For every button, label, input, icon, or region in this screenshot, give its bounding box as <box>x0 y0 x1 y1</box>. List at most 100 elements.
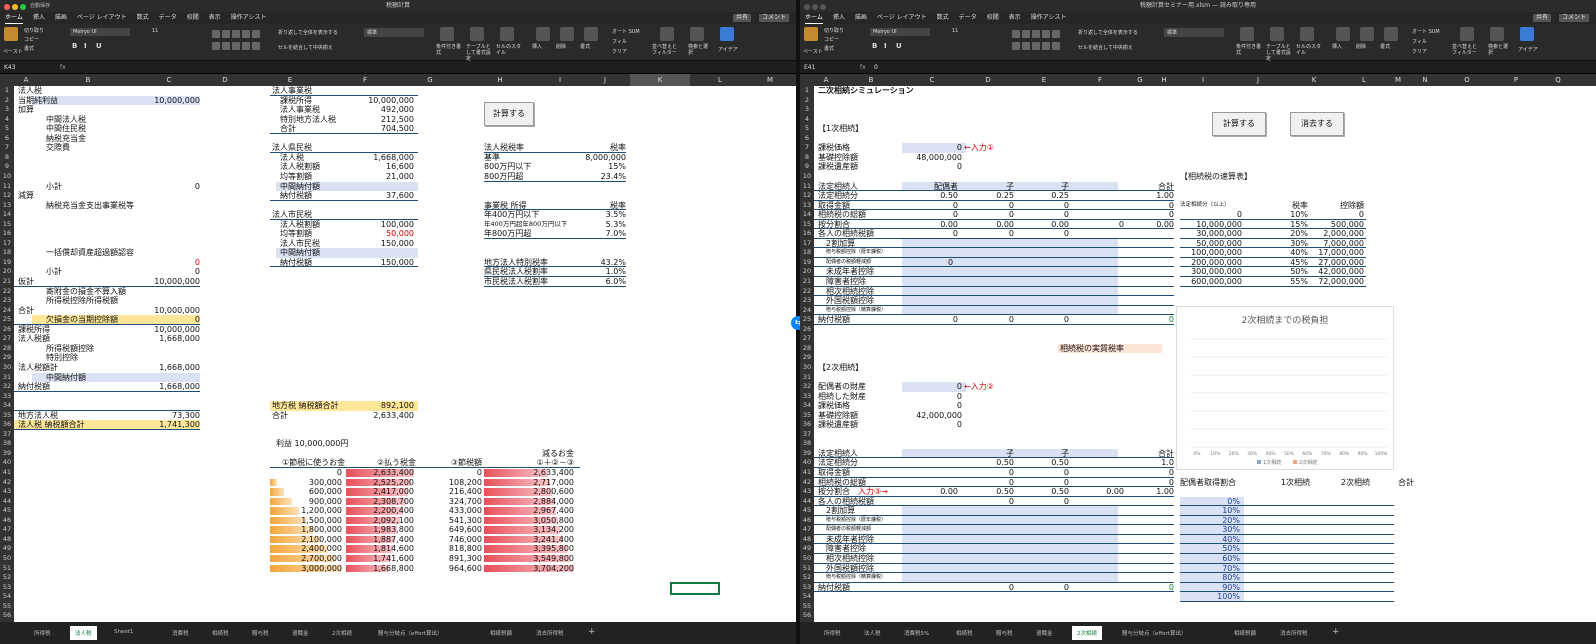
share-button[interactable]: 共有 <box>732 14 751 22</box>
find-select-icon[interactable] <box>1490 27 1504 41</box>
row-header[interactable]: 29 <box>0 353 14 363</box>
row-header[interactable]: 27 <box>0 334 14 344</box>
share-button[interactable]: 共有 <box>1532 14 1551 22</box>
ribbon-cond-button[interactable]: 条件付き書式 <box>436 44 464 56</box>
comment-button[interactable]: コメント <box>758 14 789 22</box>
ribbon-ins-icon[interactable] <box>1336 27 1350 41</box>
row-header[interactable]: 28 <box>800 344 814 354</box>
clear-button[interactable]: 消去する <box>1290 112 1344 136</box>
row-header[interactable]: 43 <box>0 487 14 497</box>
row-header[interactable]: 41 <box>0 468 14 478</box>
ribbon-fmt-button[interactable]: 書式 <box>1380 44 1408 50</box>
row-header[interactable]: 49 <box>800 544 814 554</box>
ribbon-fmt-button[interactable]: 書式 <box>580 44 608 50</box>
calculate-button[interactable]: 計算する <box>1212 112 1266 136</box>
row-header[interactable]: 9 <box>0 162 14 172</box>
ideas-button[interactable]: アイデア <box>718 46 738 53</box>
format-i-icon[interactable]: I <box>884 42 887 50</box>
row-header[interactable]: 36 <box>0 420 14 430</box>
sheet-tab-6[interactable]: 2次相続 <box>1072 626 1102 640</box>
comment-button[interactable]: コメント <box>1558 14 1589 22</box>
row-header[interactable]: 1 <box>800 86 814 96</box>
sheet-tab-10[interactable]: 消去所得税 <box>532 627 568 639</box>
row-header[interactable]: 34 <box>800 401 814 411</box>
number-format-select[interactable]: 標準 <box>1164 28 1224 37</box>
row-header[interactable]: 38 <box>0 439 14 449</box>
sheet-tab-5[interactable]: 退職金 <box>1032 627 1057 639</box>
row-header[interactable]: 54 <box>800 592 814 602</box>
sheet-tab-9[interactable]: 相続税額 <box>486 627 516 639</box>
row-header[interactable]: 8 <box>0 153 14 163</box>
row-header[interactable]: 16 <box>800 229 814 239</box>
row-header[interactable]: 48 <box>800 535 814 545</box>
paste-label[interactable]: ペースト <box>3 48 23 55</box>
find-select-icon[interactable] <box>690 27 704 41</box>
row-header[interactable]: 28 <box>0 344 14 354</box>
row-header[interactable]: 19 <box>800 258 814 268</box>
font-size-select[interactable]: 11 <box>152 28 158 34</box>
column-header[interactable]: D <box>200 74 250 86</box>
add-sheet-icon[interactable]: + <box>1328 625 1344 639</box>
row-header[interactable]: 32 <box>0 382 14 392</box>
number-format-select[interactable]: 標準 <box>364 28 424 37</box>
column-header[interactable]: L <box>1342 74 1386 86</box>
align-icon[interactable] <box>222 30 230 38</box>
row-header[interactable]: 17 <box>800 239 814 249</box>
align-icon[interactable] <box>1052 30 1060 38</box>
row-header[interactable]: 24 <box>0 306 14 316</box>
find-select-button[interactable]: 検索と選択 <box>1488 44 1510 56</box>
row-header[interactable]: 44 <box>800 497 814 507</box>
row-header[interactable]: 56 <box>800 611 814 621</box>
row-header[interactable]: 13 <box>800 201 814 211</box>
column-header[interactable]: N <box>1410 74 1440 86</box>
row-header[interactable]: 50 <box>800 554 814 564</box>
row-header[interactable]: 29 <box>800 353 814 363</box>
ribbon-tab[interactable]: 校閲 <box>187 12 199 24</box>
row-header[interactable]: 21 <box>0 277 14 287</box>
sort-filter-button[interactable]: 並べ替えとフィルター <box>1452 44 1482 56</box>
ribbon-fmt-icon[interactable] <box>584 27 598 41</box>
column-header[interactable]: G <box>400 74 460 86</box>
row-header[interactable]: 23 <box>0 296 14 306</box>
column-header[interactable]: E <box>250 74 330 86</box>
clear-button[interactable]: クリア <box>1412 48 1427 55</box>
sheet-tab-9[interactable]: 消去所得税 <box>1276 627 1312 639</box>
row-header[interactable]: 15 <box>0 220 14 230</box>
column-header[interactable]: J <box>1230 74 1286 86</box>
row-header[interactable]: 11 <box>0 182 14 192</box>
format-painter-button[interactable]: 書式 <box>824 45 834 52</box>
row-header[interactable]: 35 <box>800 411 814 421</box>
row-header[interactable]: 19 <box>0 258 14 268</box>
paste-icon[interactable] <box>4 27 18 41</box>
row-header[interactable]: 33 <box>0 392 14 402</box>
row-header[interactable]: 35 <box>0 411 14 421</box>
sheet-tab-3[interactable]: 相続税 <box>952 627 977 639</box>
add-sheet-icon[interactable]: + <box>584 625 600 639</box>
autosum-button[interactable]: オート SUM <box>1412 28 1440 35</box>
sheet-tab-8[interactable]: 贈与分岐点（effort算出） <box>374 627 446 639</box>
ribbon-del-icon[interactable] <box>1360 27 1374 41</box>
format-i-icon[interactable]: I <box>84 42 87 50</box>
row-header[interactable]: 2 <box>0 96 14 106</box>
row-header[interactable]: 46 <box>0 516 14 526</box>
row-header[interactable]: 39 <box>0 449 14 459</box>
row-header[interactable]: 51 <box>800 564 814 574</box>
row-header[interactable]: 53 <box>0 583 14 593</box>
align-icon[interactable] <box>212 30 220 38</box>
sheet-tab-8[interactable]: 相続税額 <box>1230 627 1260 639</box>
row-header[interactable]: 40 <box>0 458 14 468</box>
row-header[interactable]: 2 <box>800 96 814 106</box>
column-header[interactable]: C <box>904 74 960 86</box>
row-header[interactable]: 54 <box>0 592 14 602</box>
column-header[interactable]: Q <box>1538 74 1578 86</box>
row-header[interactable]: 31 <box>0 373 14 383</box>
row-header[interactable]: 12 <box>800 191 814 201</box>
ribbon-tab[interactable]: 表示 <box>209 12 221 24</box>
column-header[interactable]: B <box>838 74 904 86</box>
row-header[interactable]: 6 <box>0 134 14 144</box>
row-header[interactable]: 7 <box>800 143 814 153</box>
ribbon-tab[interactable]: 挿入 <box>33 12 45 24</box>
row-header[interactable]: 49 <box>0 544 14 554</box>
row-header[interactable]: 47 <box>0 525 14 535</box>
ribbon-tab[interactable]: 数式 <box>937 12 949 24</box>
